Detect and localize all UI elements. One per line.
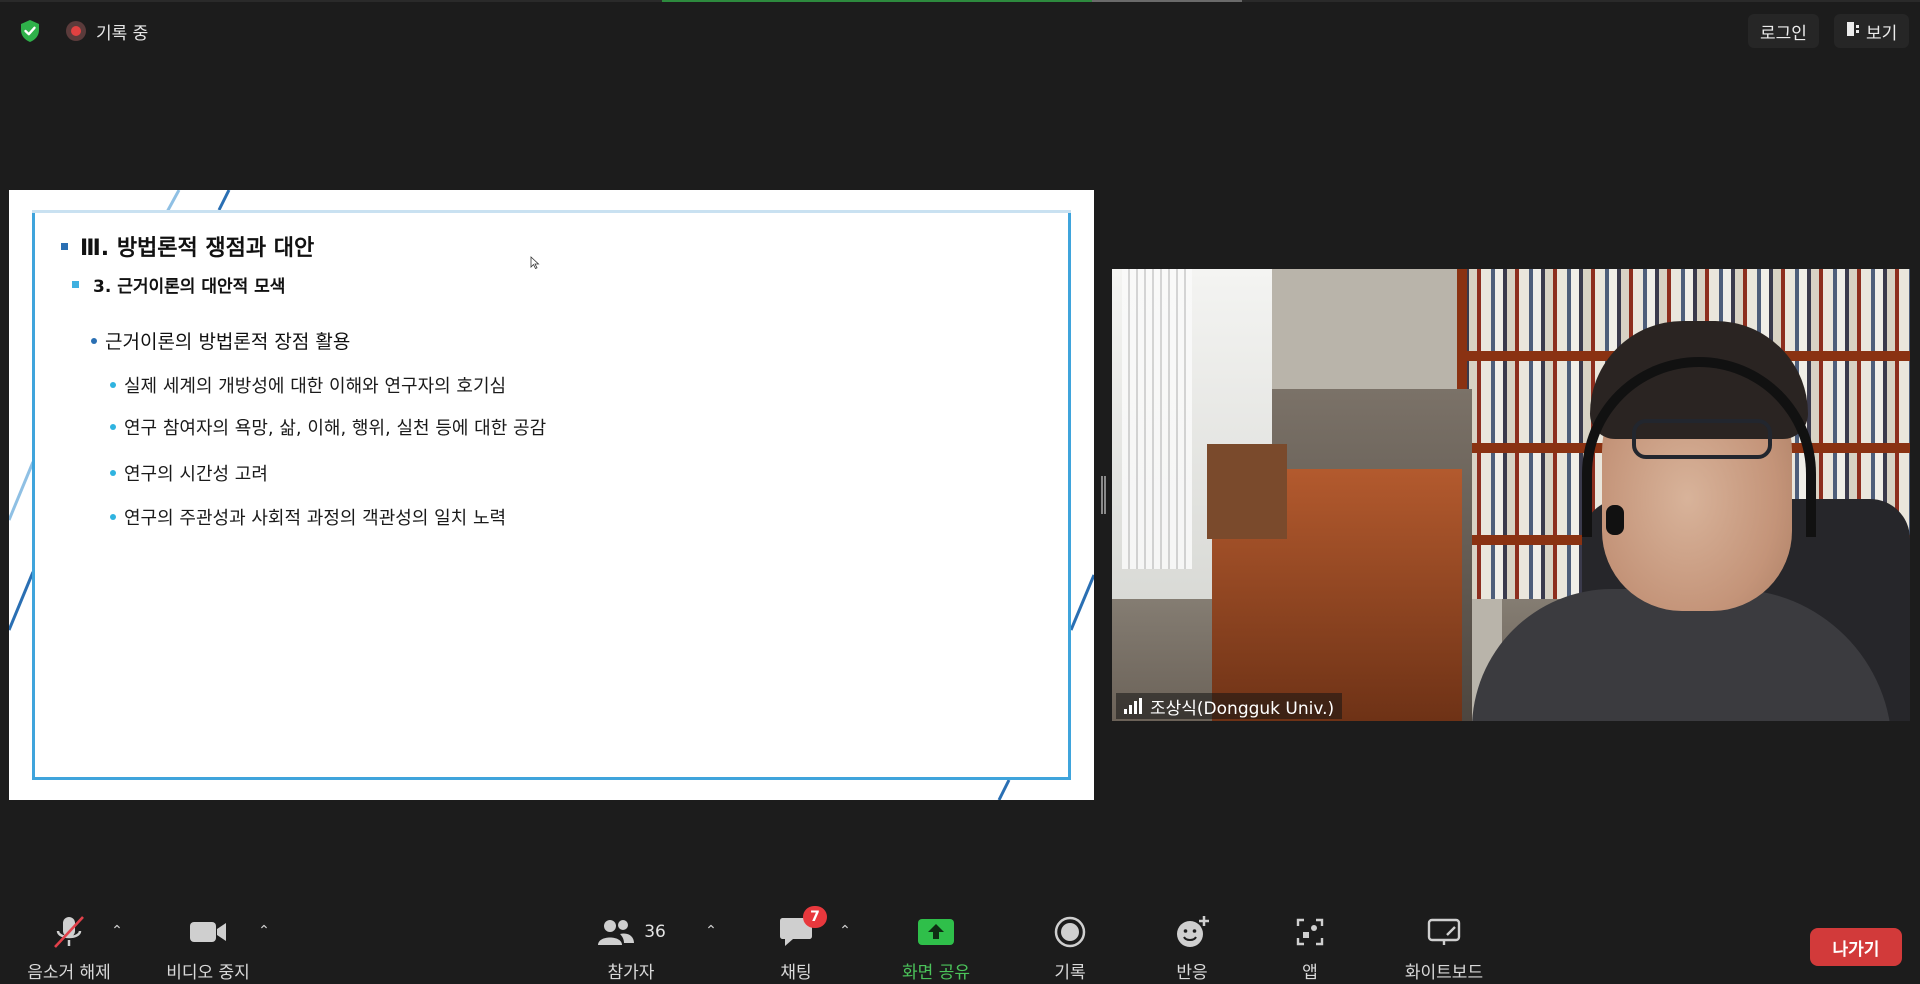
participant-name: 조상식(Dongguk Univ.) [1150, 698, 1335, 719]
share-screen-label: 화면 공유 [902, 963, 970, 983]
bullet-dot-icon [110, 470, 116, 476]
slide-bullet-text: 연구의 시간성 고려 [124, 464, 268, 485]
whiteboard-label: 화이트보드 [1404, 963, 1484, 983]
main-bullet-dot-icon [91, 337, 97, 344]
slide-bullet-text: 실제 세계의 개방성에 대한 이해와 연구자의 호기심 [124, 376, 507, 397]
chat-unread-badge: 7 [803, 906, 827, 928]
slide-bullet-text: 연구 참여자의 욕망, 삶, 이해, 행위, 실천 등에 대한 공감 [124, 418, 547, 439]
bullet-dot-icon [110, 514, 116, 520]
chat-icon-wrap: 7 [779, 906, 827, 952]
slide-bullet: 연구의 주관성과 사회적 과정의 객관성의 일치 노력 [110, 504, 506, 530]
top-line-inactive-segment [1092, 0, 1242, 2]
slide-heading-text: Ⅲ. 방법론적 쟁점과 대안 [80, 236, 315, 261]
connection-signal-icon [1124, 698, 1142, 714]
recording-status-text: 기록 중 [96, 23, 149, 44]
video-person-mic [1606, 505, 1624, 535]
share-screen-button[interactable]: 화면 공유 [893, 912, 979, 984]
apps-icon [1295, 912, 1325, 952]
slide-subheading: 3. 근거이론의 대안적 모색 [72, 272, 285, 297]
participants-count: 36 [644, 922, 666, 942]
participants-icon-group: 36 [596, 912, 666, 952]
slide-subheading-text: 3. 근거이론의 대안적 모색 [93, 277, 286, 297]
subheading-bullet-icon [72, 281, 79, 288]
whiteboard-button[interactable]: 화이트보드 [1400, 912, 1488, 984]
participants-label: 참가자 [607, 963, 655, 983]
apps-button[interactable]: 앱 [1295, 912, 1325, 984]
bullet-dot-icon [110, 424, 116, 430]
record-button[interactable]: 기록 [1050, 912, 1090, 984]
slide-bullet: 연구 참여자의 욕망, 삶, 이해, 행위, 실천 등에 대한 공감 [110, 414, 546, 440]
view-button-label: 보기 [1866, 23, 1898, 44]
bullet-dot-icon [110, 382, 116, 388]
chat-button[interactable]: 7 채팅 [770, 906, 827, 984]
encryption-shield-icon[interactable] [14, 16, 46, 46]
reactions-button[interactable]: 반응 [1172, 912, 1212, 984]
record-label: 기록 [1054, 963, 1086, 983]
slide-heading: Ⅲ. 방법론적 쟁점과 대안 [61, 230, 314, 262]
panel-resize-handle[interactable] [1101, 476, 1106, 514]
view-button[interactable]: 보기 [1834, 14, 1910, 48]
reactions-label: 반응 [1176, 963, 1208, 983]
muted-microphone-icon [49, 912, 89, 952]
video-background-speaker [1207, 444, 1287, 539]
top-line-active-segment [662, 0, 1092, 2]
reactions-emoji-icon [1173, 912, 1211, 952]
login-button[interactable]: 로그인 [1748, 14, 1819, 48]
audio-options-chevron-up-icon[interactable]: ⌃ [110, 923, 124, 939]
slide-main-bullet: 근거이론의 방법론적 장점 활용 [91, 327, 350, 354]
recording-dot-icon [66, 21, 86, 41]
slide-bullet: 실제 세계의 개방성에 대한 이해와 연구자의 호기심 [110, 372, 506, 398]
slide-bullet-text: 연구의 주관성과 사회적 과정의 객관성의 일치 노력 [124, 508, 507, 529]
chat-options-chevron-up-icon[interactable]: ⌃ [838, 923, 852, 939]
heading-bullet-icon [61, 242, 68, 250]
video-background-blinds [1122, 269, 1192, 569]
participant-name-tag: 조상식(Dongguk Univ.) [1116, 693, 1343, 719]
recording-indicator[interactable]: 기록 중 [66, 18, 148, 44]
participants-button[interactable]: 36 참가자 [596, 912, 666, 984]
video-options-chevron-up-icon[interactable]: ⌃ [257, 923, 271, 939]
whiteboard-icon [1427, 912, 1461, 952]
participants-icon [598, 920, 635, 945]
participants-options-chevron-up-icon[interactable]: ⌃ [704, 923, 718, 939]
login-button-label: 로그인 [1760, 23, 1807, 44]
shared-screen-slide: Ⅲ. 방법론적 쟁점과 대안 3. 근거이론의 대안적 모색 근거이론의 방법론… [9, 190, 1094, 800]
video-camera-icon [188, 912, 228, 952]
share-screen-icon [917, 912, 955, 952]
top-progress-line [0, 0, 1920, 2]
slide-main-bullet-text: 근거이론의 방법론적 장점 활용 [105, 331, 351, 353]
slide-bullet: 연구의 시간성 고려 [110, 460, 268, 486]
leave-meeting-button[interactable]: 나가기 [1810, 928, 1902, 966]
mouse-cursor-icon [530, 256, 540, 270]
apps-label: 앱 [1302, 963, 1318, 983]
stop-video-label: 비디오 중지 [166, 963, 250, 983]
record-icon [1053, 912, 1087, 952]
participant-video-tile[interactable]: 조상식(Dongguk Univ.) [1112, 269, 1910, 721]
stop-video-button[interactable]: 비디오 중지 [158, 912, 258, 984]
view-grid-icon [1846, 21, 1860, 42]
chat-label: 채팅 [780, 963, 812, 983]
unmute-label: 음소거 해제 [27, 963, 111, 983]
unmute-button[interactable]: 음소거 해제 [18, 912, 120, 984]
